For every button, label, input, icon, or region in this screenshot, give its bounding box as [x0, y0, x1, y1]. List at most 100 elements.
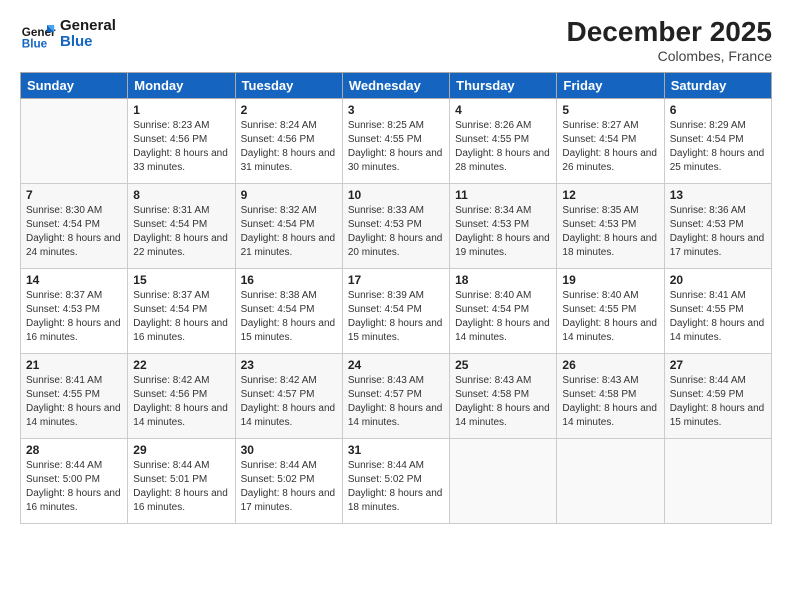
day-number: 4	[455, 103, 551, 117]
day-cell: 27 Sunrise: 8:44 AMSunset: 4:59 PMDayligh…	[664, 354, 771, 439]
weekday-header-sunday: Sunday	[21, 73, 128, 99]
day-info: Sunrise: 8:30 AMSunset: 4:54 PMDaylight:…	[26, 204, 122, 260]
day-number: 12	[562, 188, 658, 202]
day-cell: 31 Sunrise: 8:44 AMSunset: 5:02 PMDayligh…	[342, 439, 449, 524]
day-info: Sunrise: 8:37 AMSunset: 4:53 PMDaylight:…	[26, 289, 122, 345]
day-cell: 2 Sunrise: 8:24 AMSunset: 4:56 PMDaylight…	[235, 99, 342, 184]
day-info: Sunrise: 8:38 AMSunset: 4:54 PMDaylight:…	[241, 289, 337, 345]
day-number: 30	[241, 443, 337, 457]
day-number: 22	[133, 358, 229, 372]
day-number: 26	[562, 358, 658, 372]
title-block: December 2025 Colombes, France	[567, 16, 772, 64]
day-info: Sunrise: 8:41 AMSunset: 4:55 PMDaylight:…	[670, 289, 766, 345]
day-cell: 16Sunrise: 8:38 AMSunset: 4:54 PMDayligh…	[235, 269, 342, 354]
page-header: General Blue General Blue December 2025 …	[20, 16, 772, 64]
day-number: 2	[241, 103, 337, 117]
day-number: 18	[455, 273, 551, 287]
day-cell: 14 Sunrise: 8:37 AMSunset: 4:53 PMDayligh…	[21, 269, 128, 354]
day-cell: 26Sunrise: 8:43 AMSunset: 4:58 PMDayligh…	[557, 354, 664, 439]
weekday-header-friday: Friday	[557, 73, 664, 99]
day-cell: 11Sunrise: 8:34 AMSunset: 4:53 PMDayligh…	[450, 184, 557, 269]
logo-text-line2: Blue	[60, 34, 116, 51]
day-info: Sunrise: 8:42 AMSunset: 4:56 PMDaylight:…	[133, 374, 229, 430]
day-cell: 17 Sunrise: 8:39 AMSunset: 4:54 PMDayligh…	[342, 269, 449, 354]
day-info: Sunrise: 8:37 AMSunset: 4:54 PMDaylight:…	[133, 289, 229, 345]
day-info: Sunrise: 8:26 AMSunset: 4:55 PMDaylight:…	[455, 119, 551, 175]
day-cell	[450, 439, 557, 524]
day-number: 24	[348, 358, 444, 372]
day-info: Sunrise: 8:40 AMSunset: 4:55 PMDaylight:…	[562, 289, 658, 345]
day-number: 15	[133, 273, 229, 287]
day-number: 20	[670, 273, 766, 287]
week-row-2: 7Sunrise: 8:30 AMSunset: 4:54 PMDaylight…	[21, 184, 772, 269]
month-title: December 2025	[567, 16, 772, 48]
day-number: 31	[348, 443, 444, 457]
day-number: 14	[26, 273, 122, 287]
day-cell: 5 Sunrise: 8:27 AMSunset: 4:54 PMDaylight…	[557, 99, 664, 184]
day-cell: 8Sunrise: 8:31 AMSunset: 4:54 PMDaylight…	[128, 184, 235, 269]
day-info: Sunrise: 8:27 AMSunset: 4:54 PMDaylight:…	[562, 119, 658, 175]
day-number: 21	[26, 358, 122, 372]
day-info: Sunrise: 8:25 AMSunset: 4:55 PMDaylight:…	[348, 119, 444, 175]
week-row-4: 21 Sunrise: 8:41 AMSunset: 4:55 PMDayligh…	[21, 354, 772, 439]
day-cell: 7Sunrise: 8:30 AMSunset: 4:54 PMDaylight…	[21, 184, 128, 269]
day-info: Sunrise: 8:43 AMSunset: 4:57 PMDaylight:…	[348, 374, 444, 430]
day-info: Sunrise: 8:44 AMSunset: 4:59 PMDaylight:…	[670, 374, 766, 430]
weekday-header-wednesday: Wednesday	[342, 73, 449, 99]
day-cell: 4 Sunrise: 8:26 AMSunset: 4:55 PMDaylight…	[450, 99, 557, 184]
day-cell: 30 Sunrise: 8:44 AMSunset: 5:02 PMDayligh…	[235, 439, 342, 524]
weekday-header-tuesday: Tuesday	[235, 73, 342, 99]
day-info: Sunrise: 8:43 AMSunset: 4:58 PMDaylight:…	[455, 374, 551, 430]
day-cell: 15 Sunrise: 8:37 AMSunset: 4:54 PMDayligh…	[128, 269, 235, 354]
day-cell: 1Sunrise: 8:23 AMSunset: 4:56 PMDaylight…	[128, 99, 235, 184]
day-info: Sunrise: 8:29 AMSunset: 4:54 PMDaylight:…	[670, 119, 766, 175]
day-info: Sunrise: 8:44 AMSunset: 5:01 PMDaylight:…	[133, 459, 229, 515]
svg-text:Blue: Blue	[22, 38, 48, 51]
day-cell: 9Sunrise: 8:32 AMSunset: 4:54 PMDaylight…	[235, 184, 342, 269]
day-info: Sunrise: 8:41 AMSunset: 4:55 PMDaylight:…	[26, 374, 122, 430]
weekday-header-saturday: Saturday	[664, 73, 771, 99]
week-row-3: 14 Sunrise: 8:37 AMSunset: 4:53 PMDayligh…	[21, 269, 772, 354]
day-number: 25	[455, 358, 551, 372]
day-number: 13	[670, 188, 766, 202]
day-cell: 28 Sunrise: 8:44 AMSunset: 5:00 PMDayligh…	[21, 439, 128, 524]
day-info: Sunrise: 8:39 AMSunset: 4:54 PMDaylight:…	[348, 289, 444, 345]
weekday-header-monday: Monday	[128, 73, 235, 99]
day-number: 10	[348, 188, 444, 202]
day-cell: 19 Sunrise: 8:40 AMSunset: 4:55 PMDayligh…	[557, 269, 664, 354]
weekday-header-row: SundayMondayTuesdayWednesdayThursdayFrid…	[21, 73, 772, 99]
day-cell: 25 Sunrise: 8:43 AMSunset: 4:58 PMDayligh…	[450, 354, 557, 439]
week-row-5: 28 Sunrise: 8:44 AMSunset: 5:00 PMDayligh…	[21, 439, 772, 524]
day-info: Sunrise: 8:24 AMSunset: 4:56 PMDaylight:…	[241, 119, 337, 175]
day-info: Sunrise: 8:44 AMSunset: 5:02 PMDaylight:…	[241, 459, 337, 515]
day-number: 17	[348, 273, 444, 287]
day-cell: 18Sunrise: 8:40 AMSunset: 4:54 PMDayligh…	[450, 269, 557, 354]
day-cell: 21 Sunrise: 8:41 AMSunset: 4:55 PMDayligh…	[21, 354, 128, 439]
day-cell: 6 Sunrise: 8:29 AMSunset: 4:54 PMDaylight…	[664, 99, 771, 184]
day-info: Sunrise: 8:44 AMSunset: 5:02 PMDaylight:…	[348, 459, 444, 515]
logo-text-line1: General	[60, 18, 116, 35]
day-cell: 3 Sunrise: 8:25 AMSunset: 4:55 PMDaylight…	[342, 99, 449, 184]
day-info: Sunrise: 8:44 AMSunset: 5:00 PMDaylight:…	[26, 459, 122, 515]
day-number: 11	[455, 188, 551, 202]
week-row-1: 1Sunrise: 8:23 AMSunset: 4:56 PMDaylight…	[21, 99, 772, 184]
page-container: General Blue General Blue December 2025 …	[0, 0, 792, 540]
day-cell: 20 Sunrise: 8:41 AMSunset: 4:55 PMDayligh…	[664, 269, 771, 354]
day-cell: 10Sunrise: 8:33 AMSunset: 4:53 PMDayligh…	[342, 184, 449, 269]
day-info: Sunrise: 8:23 AMSunset: 4:56 PMDaylight:…	[133, 119, 229, 175]
day-number: 27	[670, 358, 766, 372]
day-number: 9	[241, 188, 337, 202]
day-number: 3	[348, 103, 444, 117]
day-cell: 13 Sunrise: 8:36 AMSunset: 4:53 PMDayligh…	[664, 184, 771, 269]
day-number: 19	[562, 273, 658, 287]
day-number: 8	[133, 188, 229, 202]
day-cell: 23Sunrise: 8:42 AMSunset: 4:57 PMDayligh…	[235, 354, 342, 439]
day-cell: 29Sunrise: 8:44 AMSunset: 5:01 PMDayligh…	[128, 439, 235, 524]
day-cell: 12Sunrise: 8:35 AMSunset: 4:53 PMDayligh…	[557, 184, 664, 269]
day-cell: 22 Sunrise: 8:42 AMSunset: 4:56 PMDayligh…	[128, 354, 235, 439]
day-number: 6	[670, 103, 766, 117]
day-number: 28	[26, 443, 122, 457]
day-info: Sunrise: 8:42 AMSunset: 4:57 PMDaylight:…	[241, 374, 337, 430]
day-info: Sunrise: 8:36 AMSunset: 4:53 PMDaylight:…	[670, 204, 766, 260]
day-number: 5	[562, 103, 658, 117]
